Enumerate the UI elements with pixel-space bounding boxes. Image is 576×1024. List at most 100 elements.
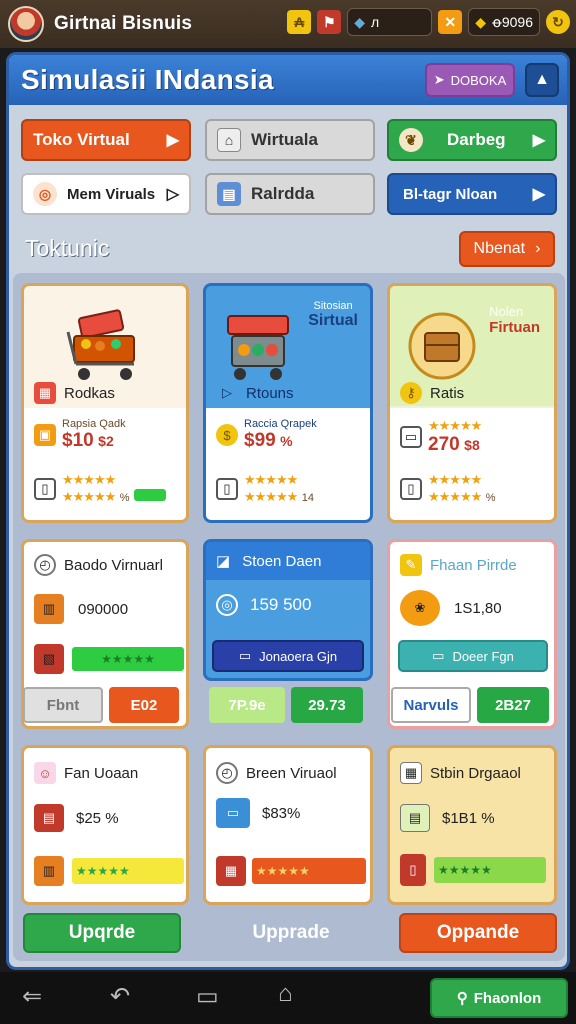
- card-top-line-1: Nolen: [489, 304, 524, 319]
- card-6-tab-left[interactable]: Narvuls: [391, 687, 471, 723]
- card-6-tab-right[interactable]: 2B27: [477, 687, 549, 723]
- box-icon: ▣: [34, 424, 56, 446]
- shopping-cart-icon: [66, 309, 135, 380]
- phone-icon: ▯: [216, 478, 238, 500]
- promo-button[interactable]: ⚲ Fhaonlon: [430, 978, 568, 1018]
- nav-bltagr-nloan[interactable]: Bl-tagr Nloan ▶: [387, 173, 557, 215]
- card-title: Stbin Drgaaol: [430, 764, 521, 782]
- clock-icon: ◴: [216, 762, 238, 784]
- system-nav-bar: ⇐ ↶ ▭ ⌂ ⚲ Fhaonlon: [0, 972, 576, 1024]
- nav-ralrdda[interactable]: ▤ Ralrdda: [205, 173, 375, 215]
- card-top-line-1: Sitosian: [313, 300, 353, 312]
- card-stars-extra: 14: [301, 492, 314, 504]
- card-title: Baodo Virnuarl: [64, 556, 163, 574]
- player-avatar[interactable]: [8, 6, 44, 42]
- chevron-right-icon: ›: [535, 240, 541, 257]
- header-action-button[interactable]: ➤ DOBOKA: [425, 63, 515, 97]
- card-stars-extra: %: [485, 492, 496, 504]
- box-icon: ▭: [238, 648, 252, 663]
- rating-stars: ★★★★★: [62, 489, 116, 504]
- store-card-3[interactable]: Nolen Firtuan ⚷ Ratis ▭ ★★★★★ 270 $8 ▯ ★…: [387, 283, 557, 523]
- refresh-icon[interactable]: ↻: [546, 10, 570, 34]
- resource-gems-value: л: [371, 14, 380, 30]
- card-value: 159 500: [250, 595, 312, 614]
- chart-icon: ▤: [217, 182, 241, 206]
- rating-bar: ★★★★★: [252, 858, 366, 884]
- card-price: $99: [244, 430, 276, 451]
- card-item-label: Rtouns: [246, 384, 294, 402]
- gold-icon: ◆: [475, 13, 486, 30]
- hammer-icon[interactable]: ✕: [438, 10, 463, 34]
- card-4-tab-right[interactable]: E02: [109, 687, 179, 723]
- edit-icon: ✎: [400, 554, 422, 576]
- rating-bar: ★★★★★: [72, 647, 184, 671]
- header-action-label: DOBOKA: [450, 72, 507, 88]
- shop-icon: ▦: [34, 382, 56, 404]
- card-price: $10: [62, 430, 94, 451]
- store-card-2[interactable]: Sitosian Sirtual ▷ Rtouns $ Raccia Qrape…: [203, 283, 373, 523]
- collapse-up-button[interactable]: ▲: [525, 63, 559, 97]
- flag-icon[interactable]: ⚑: [317, 10, 342, 34]
- store-card-9[interactable]: ▦ Stbin Drgaaol ▤ $1B1 % ▯ ★★★★★: [387, 745, 557, 905]
- back-arrow-icon[interactable]: ⇐: [22, 982, 42, 1011]
- section-more-button[interactable]: Nbenat ›: [459, 231, 555, 267]
- resource-gold: ◆ ꝋ9096: [468, 8, 540, 36]
- store-card-5[interactable]: ◪ Stoen Daen ◎ 159 500 ▭ Jonaoera Gjn: [203, 539, 373, 681]
- card-price: $83%: [262, 804, 301, 822]
- home-icon[interactable]: ⌂: [278, 980, 293, 1008]
- gem-icon: ◆: [354, 13, 366, 30]
- card-6-action-button[interactable]: ▭ Doeer Fgn: [398, 640, 548, 672]
- location-pin-icon: ⚲: [456, 990, 468, 1007]
- rating-stars: ★★★★★: [62, 472, 116, 487]
- card-top-line-2: Firtuan: [489, 319, 540, 336]
- card-stats: ▣ Rapsia Qadk $10 $2 ▯ ★★★★★ ★★★★★ %: [24, 408, 186, 520]
- upgrade-button-middle[interactable]: Upprade: [209, 913, 373, 953]
- card-5-action-button[interactable]: ▭ Jonaoera Gjn: [212, 640, 364, 672]
- crate-icon: ▥: [34, 856, 64, 886]
- market-stall-icon: [227, 315, 289, 380]
- coin-bag-icon[interactable]: ₳: [287, 10, 312, 34]
- chest-icon: [408, 312, 476, 380]
- card-top-line-2: Sirtual: [308, 312, 358, 329]
- card-stars-extra: %: [119, 492, 130, 504]
- ledger-icon: ▤: [400, 804, 430, 832]
- card-sub-label: Rapsia Qadk: [62, 418, 126, 430]
- card-5-tab-left[interactable]: 7P.9e: [209, 687, 285, 723]
- play-icon: ▷: [222, 385, 232, 400]
- chevron-up-icon: ▲: [534, 71, 550, 88]
- card-price: $25 %: [76, 809, 119, 827]
- store-card-7[interactable]: ☺ Fan Uoaan ▤ $25 % ▥ ★★★★★: [21, 745, 189, 905]
- card-5-tab-right[interactable]: 29.73: [291, 687, 363, 723]
- basket-icon: ▧: [34, 644, 64, 674]
- undo-icon[interactable]: ↶: [110, 982, 130, 1011]
- rating-stars: ★★★★★: [428, 472, 482, 487]
- upgrade-button-left[interactable]: Upqrde: [23, 913, 181, 953]
- nav-darbeg[interactable]: ❦ Darbeg ▶: [387, 119, 557, 161]
- card-4-tab-left[interactable]: Fbnt: [23, 687, 103, 723]
- card-stats: ▭ ★★★★★ 270 $8 ▯ ★★★★★ ★★★★★ %: [390, 408, 554, 520]
- resource-gems: ◆ л: [347, 8, 433, 36]
- upgrade-button-right[interactable]: Oppande: [399, 913, 557, 953]
- rating-stars: ★★★★★: [428, 489, 482, 504]
- nav-mem-viruals[interactable]: ◎ Mem Viruals ▷: [21, 173, 191, 215]
- card-price-extra: %: [280, 433, 293, 449]
- leaf-icon: ❦: [399, 128, 423, 152]
- store-card-8[interactable]: ◴ Breen Viruaol ▭ $83% ▦ ★★★★★: [203, 745, 373, 905]
- nav-wirtuala[interactable]: ⌂ Wirtuala: [205, 119, 375, 161]
- recent-apps-icon[interactable]: ▭: [196, 982, 219, 1011]
- card-title: Stoen Daen: [242, 552, 322, 570]
- card-title: Breen Viruaol: [246, 764, 337, 782]
- nav-toko-virtual[interactable]: Toko Virtual ▶: [21, 119, 191, 161]
- card-price-extra: $8: [464, 437, 480, 453]
- section-title: Toktunic: [25, 235, 110, 261]
- store-card-1[interactable]: ▦ Rodkas ▣ Rapsia Qadk $10 $2 ▯ ★★★★★ ★★…: [21, 283, 189, 523]
- progress-bar: [133, 489, 166, 501]
- rating-stars: ★★★★★: [244, 472, 298, 487]
- nav-ralrdda-label: Ralrdda: [251, 184, 315, 203]
- edit-icon: ◪: [216, 553, 231, 570]
- rating-stars: ★★★★★: [428, 418, 482, 433]
- crate-icon: ▥: [34, 594, 64, 624]
- nav-wirtuala-label: Wirtuala: [251, 130, 318, 149]
- chevron-right-icon: ▶: [166, 132, 179, 149]
- food-icon: ❀: [400, 590, 440, 626]
